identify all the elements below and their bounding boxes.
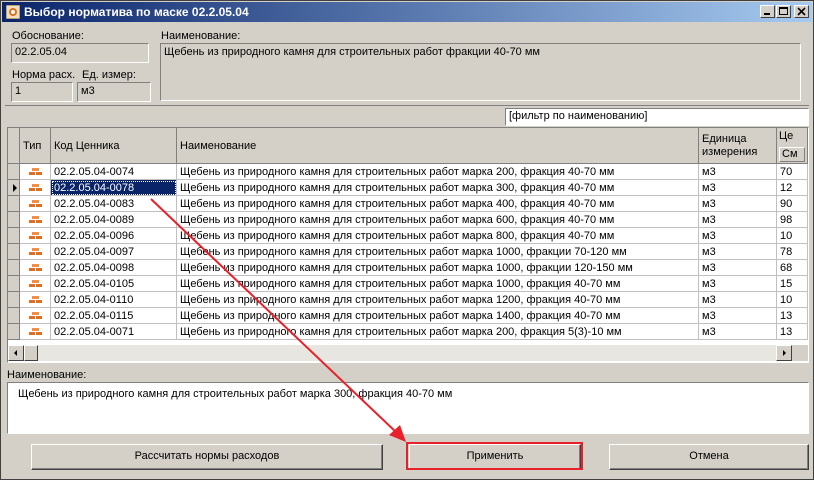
dialog-window: Выбор норматива по маске 02.2.05.04 Обос… (0, 0, 814, 480)
annotation-arrow (150, 198, 406, 442)
